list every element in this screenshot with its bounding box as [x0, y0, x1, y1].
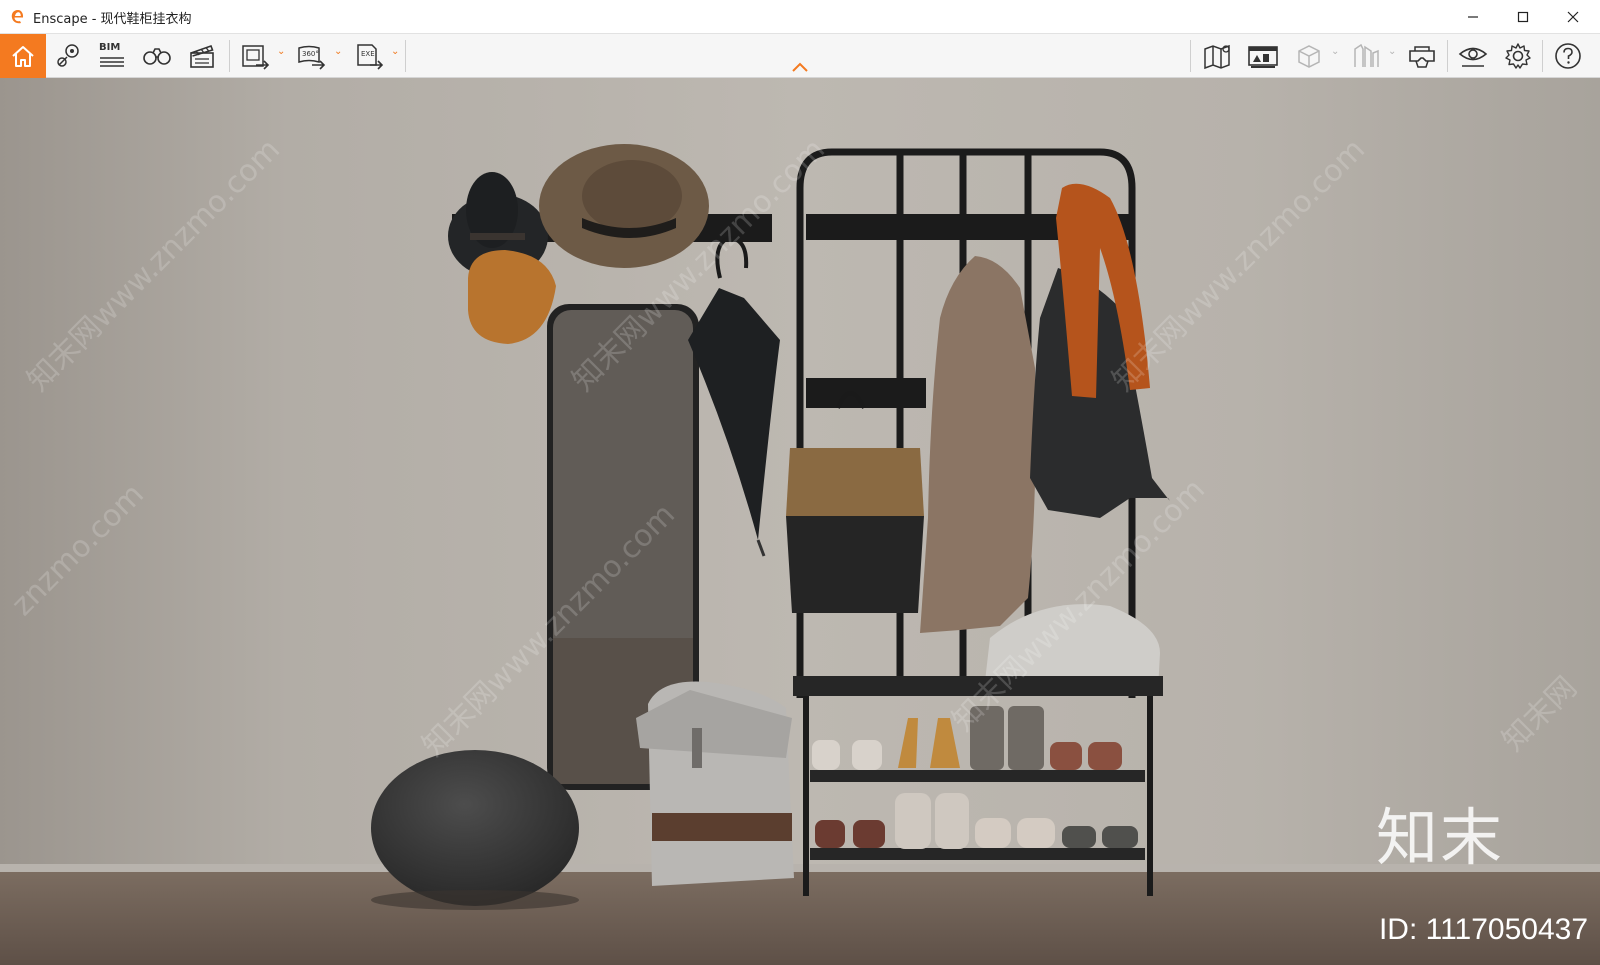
baseboard	[0, 864, 1600, 872]
render-panorama-button[interactable]: 360°	[294, 39, 330, 73]
clapperboard-icon	[190, 44, 214, 68]
enscape-toolbar: BIM ⌄ 360° ⌄ EXE ⌄ ⌄ ⌄	[0, 34, 1600, 78]
export-exe-button[interactable]: EXE	[352, 39, 388, 73]
export-image-icon	[242, 45, 270, 70]
map-button[interactable]	[1200, 39, 1236, 73]
general-settings-button[interactable]	[1500, 39, 1536, 73]
shoes-lower-shelf	[815, 793, 1138, 849]
shoe-shelf-lower	[810, 848, 1145, 860]
toolbar-separator	[405, 40, 406, 72]
brand-watermark: 知末	[1375, 801, 1504, 874]
close-button[interactable]	[1550, 0, 1596, 34]
binoculars-icon	[143, 48, 171, 65]
gear-icon	[1505, 43, 1531, 69]
vr-headset-icon	[1409, 46, 1435, 68]
black-puffer-jacket	[1030, 268, 1170, 518]
floor	[0, 871, 1600, 965]
maximize-icon	[1517, 11, 1529, 23]
video-editor-button[interactable]	[185, 39, 219, 73]
window-title: Enscape - 现代鞋柜挂衣构	[33, 12, 192, 27]
views-button[interactable]	[52, 39, 86, 73]
render-image-button[interactable]	[238, 39, 274, 73]
map-icon	[1204, 44, 1230, 70]
shoe-shelf-upper	[810, 770, 1145, 782]
collapse-toolbar-button[interactable]	[791, 58, 809, 77]
cube-button[interactable]	[1292, 39, 1326, 73]
image-id-watermark: ID: 1117050437	[1378, 913, 1588, 946]
help-icon	[1555, 43, 1581, 69]
panorama-label: 360°	[302, 50, 319, 58]
bim-label: BIM	[99, 42, 121, 53]
export-exe-dropdown-icon[interactable]: ⌄	[391, 46, 399, 57]
chevron-up-icon	[792, 62, 808, 72]
visual-settings-button[interactable]	[1455, 39, 1491, 73]
exe-label: EXE	[361, 50, 375, 58]
render-panorama-dropdown-icon[interactable]: ⌄	[334, 46, 342, 57]
toolbar-separator	[1542, 40, 1543, 72]
toolbar-separator	[229, 40, 230, 72]
home-icon	[12, 46, 34, 67]
grey-backpack	[636, 681, 794, 886]
beige-coat	[920, 256, 1036, 633]
home-button[interactable]	[0, 34, 46, 78]
grey-pouf	[371, 750, 579, 906]
map-pin-icon	[57, 44, 79, 67]
asset-library-icon	[1248, 46, 1278, 68]
bim-button[interactable]: BIM	[95, 39, 129, 73]
pouf-shadow	[371, 890, 579, 910]
toolbar-separator	[1447, 40, 1448, 72]
minimize-icon	[1468, 16, 1478, 18]
scene-render	[0, 144, 1600, 965]
maximize-button[interactable]	[1500, 0, 1546, 34]
cube-dropdown-icon[interactable]: ⌄	[1331, 46, 1339, 57]
render-image-dropdown-icon[interactable]: ⌄	[277, 46, 285, 57]
vr-headset-button[interactable]	[1404, 39, 1440, 73]
site-context-icon	[1354, 43, 1379, 67]
title-bar: Enscape - 现代鞋柜挂衣构	[0, 0, 1600, 34]
hall-tree-lower-rail	[806, 378, 926, 408]
toolbar-separator	[1190, 40, 1191, 72]
render-viewport[interactable]: 知末网www.znzmo.com znzmo.com 知末网www.znzmo.…	[0, 78, 1600, 965]
help-button[interactable]	[1550, 39, 1586, 73]
close-icon	[1567, 11, 1579, 23]
site-context-button[interactable]	[1349, 39, 1383, 73]
site-context-dropdown-icon[interactable]: ⌄	[1388, 46, 1396, 57]
minimize-button[interactable]	[1450, 0, 1496, 34]
orange-cap	[468, 250, 556, 344]
asset-library-button[interactable]	[1245, 39, 1281, 73]
cube-icon	[1298, 45, 1320, 68]
enscape-logo-icon	[11, 10, 24, 24]
binoculars-button[interactable]	[140, 39, 174, 73]
eye-icon	[1458, 47, 1488, 67]
